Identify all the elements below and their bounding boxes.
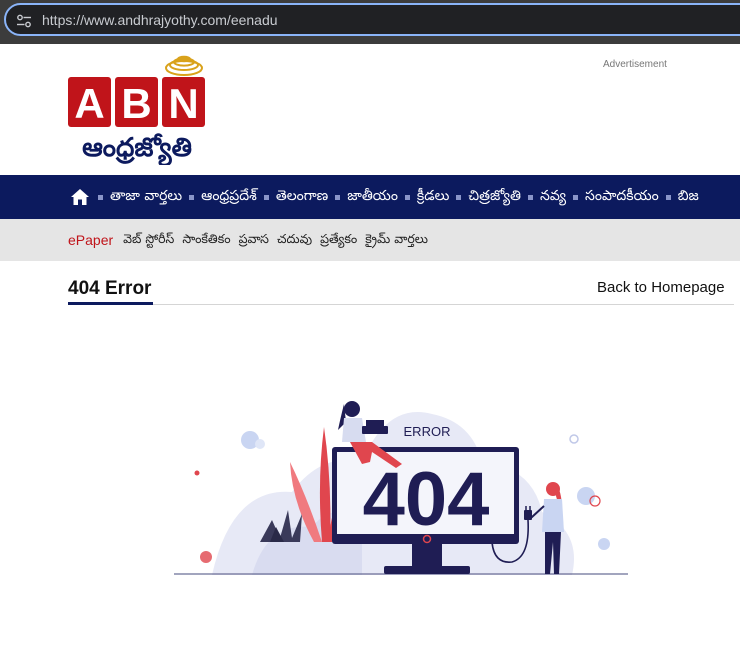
- bullet-icon: [98, 194, 103, 200]
- back-to-homepage-link[interactable]: Back to Homepage: [597, 279, 725, 296]
- home-icon[interactable]: [70, 188, 90, 206]
- nav-item-label: తెలంగాణ: [275, 187, 329, 204]
- nav-item-business[interactable]: బిజ: [665, 187, 699, 207]
- main-nav-items: తాజా వార్తలు ఆంధ్రప్రదేశ్ తెలంగాణ జాతీయం…: [98, 175, 706, 219]
- sub-nav-web-stories[interactable]: వెబ్ స్టోరీస్: [123, 231, 174, 250]
- nav-item-national[interactable]: జాతీయం: [335, 188, 398, 207]
- url-text[interactable]: https://www.andhrajyothy.com/eenadu: [42, 12, 278, 28]
- nav-item-andhra-pradesh[interactable]: ఆంధ్రప్రదేశ్: [189, 188, 257, 207]
- browser-toolbar: https://www.andhrajyothy.com/eenadu: [0, 0, 740, 44]
- nav-item-latest-news[interactable]: తాజా వార్తలు: [98, 188, 182, 207]
- bullet-icon: [189, 194, 195, 200]
- sub-nav-epaper[interactable]: ePaper: [68, 232, 113, 248]
- error-404-illustration: ERROR 404: [174, 401, 628, 575]
- bullet-icon: [335, 194, 341, 200]
- logo-graphic: A B N ఆంధ్రజ్యోతి: [68, 55, 205, 167]
- illustration-error-label: ERROR: [404, 424, 451, 439]
- main-navigation: తాజా వార్తలు ఆంధ్రప్రదేశ్ తెలంగాణ జాతీయం…: [0, 175, 740, 219]
- nav-item-label: నవ్య: [540, 187, 567, 204]
- nav-item-editorial[interactable]: సంపాదకీయం: [573, 188, 659, 207]
- bullet-icon: [528, 194, 533, 200]
- nav-item-telangana[interactable]: తెలంగాణ: [263, 187, 329, 207]
- bullet-icon: [263, 194, 269, 200]
- page-title: 404 Error: [68, 278, 152, 299]
- sub-nav-nri[interactable]: ప్రవాస: [239, 231, 269, 250]
- nav-item-label: సంపాదకీయం: [585, 187, 659, 204]
- sub-nav-education[interactable]: చదువు: [277, 231, 312, 250]
- address-bar[interactable]: https://www.andhrajyothy.com/eenadu: [4, 3, 740, 36]
- nav-item-cinema[interactable]: చిత్రజ్యోతి: [456, 188, 521, 207]
- title-underline: [68, 302, 153, 305]
- secondary-navigation: ePaper వెబ్ స్టోరీస్ సాంకేతికం ప్రవాస చద…: [0, 219, 740, 261]
- bullet-icon: [665, 194, 671, 200]
- nav-item-sports[interactable]: క్రీడలు: [404, 187, 450, 207]
- sub-nav-items: ePaper వెబ్ స్టోరీస్ సాంకేతికం ప్రవాస చద…: [68, 219, 436, 261]
- nav-item-label: క్రీడలు: [416, 187, 450, 204]
- sub-nav-technology[interactable]: సాంకేతికం: [182, 231, 230, 250]
- bullet-icon: [573, 194, 579, 200]
- nav-item-label: చిత్రజ్యోతి: [468, 187, 521, 204]
- heading-divider: [68, 304, 734, 305]
- illustration-error-code: 404: [363, 457, 490, 542]
- logo-letter-b: B: [121, 80, 151, 127]
- logo-letter-a: A: [74, 80, 104, 127]
- bullet-icon: [456, 194, 462, 200]
- nav-item-navya[interactable]: నవ్య: [528, 188, 566, 207]
- logo-letter-n: N: [168, 80, 198, 127]
- logo-subtitle: ఆంధ్రజ్యోతి: [82, 133, 192, 165]
- sub-nav-special[interactable]: ప్రత్యేకం: [320, 231, 357, 250]
- advertisement-label: Advertisement: [603, 59, 667, 70]
- nav-item-label: ఆంధ్రప్రదేశ్: [201, 187, 257, 204]
- nav-item-label: బిజ: [677, 187, 699, 204]
- abn-andhrajyothy-logo[interactable]: A B N ఆంధ్రజ్యోతి: [66, 50, 208, 167]
- sub-nav-crime-news[interactable]: క్రైమ్ వార్తలు: [365, 231, 428, 250]
- nav-item-label: తాజా వార్తలు: [110, 187, 183, 204]
- bullet-icon: [404, 194, 410, 200]
- nav-item-label: జాతీయం: [347, 187, 398, 204]
- site-settings-icon[interactable]: [16, 14, 32, 28]
